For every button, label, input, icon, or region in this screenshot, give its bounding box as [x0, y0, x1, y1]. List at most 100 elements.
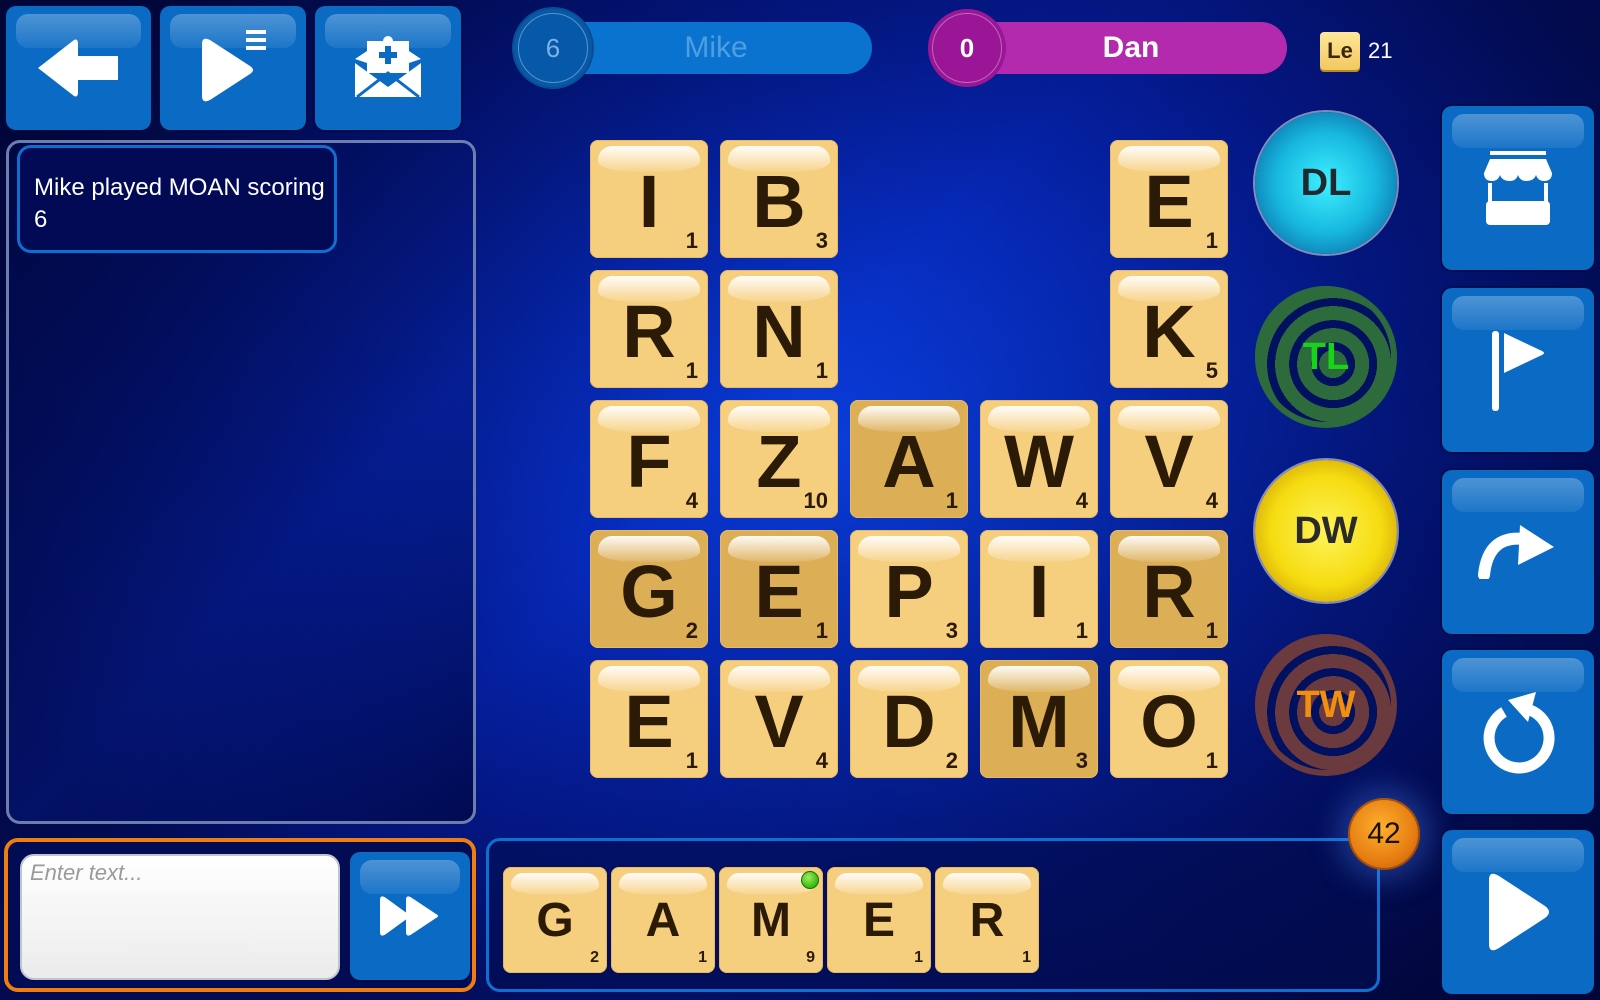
arrow-left-icon [37, 39, 118, 97]
rack-tile-letter: A [645, 894, 681, 947]
triple-word-label: TW [1296, 683, 1356, 726]
tile-points: 1 [945, 488, 958, 513]
board-tile[interactable]: M3 [980, 660, 1098, 778]
board-tile[interactable]: E1 [590, 660, 708, 778]
letters-left-count: 21 [1368, 38, 1393, 63]
tile-points: 10 [803, 488, 828, 513]
tile-points: 5 [1205, 358, 1218, 383]
board-tile[interactable]: N1 [720, 270, 838, 388]
play-list-button[interactable] [160, 6, 306, 130]
board-tile[interactable]: I1 [980, 530, 1098, 648]
rack-tile-letter: G [536, 894, 574, 947]
player-2-name: Dan [975, 22, 1287, 74]
rack-tile[interactable]: E1 [827, 867, 931, 973]
player-1-name-label: Mike [684, 31, 748, 64]
pass-button[interactable] [1442, 470, 1594, 634]
shuffle-button[interactable] [1442, 650, 1594, 814]
player-1-name: Mike [560, 22, 872, 74]
back-button[interactable] [6, 6, 151, 130]
board-tile[interactable]: R1 [590, 270, 708, 388]
board-tile[interactable]: A1 [850, 400, 968, 518]
board-tile[interactable]: R1 [1110, 530, 1228, 648]
board-tile[interactable]: B3 [720, 140, 838, 258]
tile-points: 1 [815, 358, 828, 383]
board-tile[interactable]: W4 [980, 400, 1098, 518]
play-list-icon [202, 30, 266, 102]
redo-arrow-icon [1478, 525, 1554, 579]
chat-input-bar [4, 838, 476, 992]
double-word-bonus[interactable]: DW [1255, 460, 1397, 602]
tile-points: 3 [815, 228, 828, 253]
player-1-score: 6 [514, 9, 592, 87]
rack-tile[interactable]: G2 [503, 867, 607, 973]
tile-points: 1 [685, 748, 698, 773]
tile-points: 1 [1205, 748, 1218, 773]
shop-button[interactable] [1442, 106, 1594, 270]
rack-tile-letter: E [862, 894, 895, 947]
player-1-score-value: 6 [545, 32, 561, 63]
tile-points: 4 [1205, 488, 1218, 513]
play-icon [1489, 873, 1549, 951]
tile-points: 1 [685, 358, 698, 383]
board-tile[interactable]: E1 [1110, 140, 1228, 258]
tile-points: 3 [945, 618, 958, 643]
tile-points: 1 [1075, 618, 1088, 643]
tiles-remaining-count: 42 [1367, 817, 1401, 850]
tile-points: 1 [815, 618, 828, 643]
chat-input[interactable] [20, 854, 340, 980]
tile-points: 2 [685, 618, 698, 643]
rack-tile-letter: M [751, 894, 791, 947]
triple-word-bonus[interactable]: TW [1255, 634, 1397, 776]
board-tile[interactable]: V4 [720, 660, 838, 778]
green-dot-marker-icon [801, 871, 819, 889]
letters-left-tile-icon: Le [1320, 32, 1360, 70]
tile-points: 1 [1205, 228, 1218, 253]
tile-points: 4 [815, 748, 828, 773]
board-tile[interactable]: F4 [590, 400, 708, 518]
double-letter-label: DL [1300, 161, 1352, 204]
triple-letter-bonus[interactable]: TL [1255, 286, 1397, 428]
board-tile[interactable]: E1 [720, 530, 838, 648]
rack-tile-points: 1 [1022, 949, 1031, 966]
triple-letter-label: TL [1302, 335, 1350, 378]
fast-forward-icon [380, 896, 438, 936]
flag-icon [1492, 331, 1544, 411]
board-tile[interactable]: V4 [1110, 400, 1228, 518]
resign-button[interactable] [1442, 288, 1594, 452]
tiles-remaining-badge: 42 [1348, 798, 1420, 870]
board-tile[interactable]: O1 [1110, 660, 1228, 778]
player-2-name-label: Dan [1102, 31, 1160, 64]
play-word-button[interactable] [1442, 830, 1594, 994]
mail-invite-icon [355, 36, 421, 99]
rack-tile-letter: R [969, 894, 1005, 947]
tile-points: 4 [1075, 488, 1088, 513]
player-2-score: 0 [928, 9, 1006, 87]
double-word-label: DW [1294, 509, 1358, 552]
rack-tile-points: 1 [698, 949, 707, 966]
board-tile[interactable]: D2 [850, 660, 968, 778]
letters-left-indicator: Le 21 [1320, 32, 1392, 70]
double-letter-bonus[interactable]: DL [1255, 112, 1397, 254]
chat-message-text: Mike played MOAN scoring 6 [34, 174, 325, 233]
board-tile[interactable]: P3 [850, 530, 968, 648]
board-tile[interactable]: I1 [590, 140, 708, 258]
rack-tile[interactable]: R1 [935, 867, 1039, 973]
refresh-icon [1483, 692, 1555, 774]
board-tile[interactable]: K5 [1110, 270, 1228, 388]
rack-tile[interactable]: A1 [611, 867, 715, 973]
tile-points: 1 [685, 228, 698, 253]
rack-tile-points: 1 [914, 949, 923, 966]
tile-points: 1 [1205, 618, 1218, 643]
rack-tile[interactable]: M9 [719, 867, 823, 973]
board-tile[interactable]: Z 10 [720, 400, 838, 518]
shop-icon [1484, 151, 1552, 225]
invite-button[interactable] [315, 6, 461, 130]
tile-rack: G2A1M9E1R1 [486, 838, 1380, 992]
letters-left-label: Le [1327, 38, 1353, 63]
send-message-button[interactable] [350, 852, 470, 980]
rack-tile-points: 2 [590, 949, 599, 966]
tile-points: 3 [1075, 748, 1088, 773]
player-2-score-value: 0 [959, 32, 975, 63]
chat-message: Mike played MOAN scoring 6 [17, 145, 337, 253]
board-tile[interactable]: G2 [590, 530, 708, 648]
